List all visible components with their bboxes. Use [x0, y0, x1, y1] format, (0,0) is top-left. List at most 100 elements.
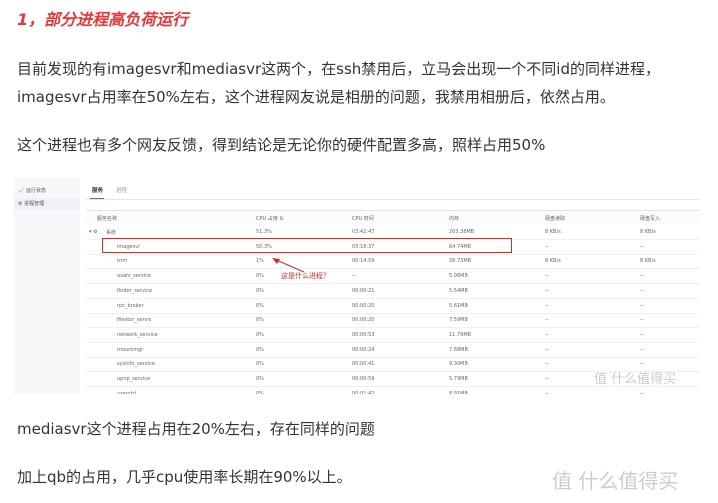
header-memory[interactable]: 内存	[449, 215, 459, 222]
cell-name: finder_service	[117, 287, 153, 294]
table-row[interactable]: mountmgr 0% 00:00:24 7.68MB -- --	[86, 342, 700, 358]
cell-disk-read: --	[545, 302, 549, 309]
cell-cpu-time: 00:00:53	[352, 331, 375, 338]
cell-disk-read: --	[545, 287, 549, 294]
cell-cpu-time: 00:00:21	[352, 287, 375, 294]
cell-disk-write: --	[640, 302, 644, 309]
cell-cpu-time: 00:00:41	[352, 361, 375, 368]
header-disk-write[interactable]: 硬盘写入	[640, 215, 660, 222]
watermark: 值 什么值得买	[594, 372, 677, 387]
cell-memory: 7.68MB	[449, 346, 468, 353]
cell-disk-write: --	[640, 331, 644, 338]
cell-disk-write: 8 KB/s	[640, 229, 656, 235]
cell-disk-write: --	[640, 243, 644, 250]
cell-memory: 26.73MB	[449, 258, 472, 265]
cell-memory: 5.06MB	[449, 273, 468, 280]
cell-memory: 203.38MB	[449, 229, 475, 235]
cell-cpu: 0%	[256, 273, 264, 280]
header-cpu-time[interactable]: CPU 时间	[352, 215, 374, 222]
cell-cpu-time: 00:00:20	[352, 302, 375, 309]
cell-cpu-time: 00:00:59	[352, 376, 375, 382]
table-row[interactable]: trim 1% 00:14:59 26.73MB 8 KB/s 8 KB/s	[86, 253, 700, 270]
cell-memory: 7.59MB	[449, 317, 468, 324]
highlight-box	[102, 238, 512, 253]
cell-name: 系统	[106, 230, 117, 236]
table-row[interactable]: network_service 0% 00:00:53 11.79MB -- --	[86, 327, 700, 343]
cell-name: trim	[117, 258, 128, 265]
table-header: 服务名称 CPU 占用 ⇅ CPU 时间 内存 硬盘读取 硬盘写入	[86, 210, 700, 224]
cell-disk-write: --	[640, 273, 644, 280]
cell-memory: 5.54MB	[449, 287, 468, 294]
cell-disk-read: 8 KB/s	[545, 229, 561, 235]
cell-disk-read: --	[545, 317, 549, 324]
cell-cpu-time: 03:42:47	[352, 229, 375, 235]
cell-disk-read: --	[545, 376, 549, 382]
cell-name: userctrl	[117, 390, 136, 394]
embedded-screenshot: 📈 运行状态 ⚙ 进程管理 服务 进程 服务名称 CPU 占用 ⇅ CPU 时间…	[14, 178, 700, 394]
cell-disk-write: --	[640, 390, 644, 394]
cell-cpu-time: 00:00:20	[352, 317, 375, 324]
header-cpu[interactable]: CPU 占用 ⇅	[256, 215, 284, 222]
cell-cpu: 0%	[256, 317, 264, 324]
cell-disk-write: 8 KB/s	[640, 258, 656, 265]
cell-cpu-time: 00:00:24	[352, 346, 375, 353]
cell-name: upnp_service	[117, 376, 151, 382]
sidebar-label: 进程管理	[24, 201, 45, 207]
cell-cpu-time: 00:01:42	[352, 390, 375, 394]
cell-cpu: 0%	[256, 331, 264, 338]
cell-memory: 5.61MB	[449, 302, 468, 309]
cell-cpu: 0%	[256, 361, 264, 368]
paragraph: mediasvr这个进程占用在20%左右，存在同样的问题	[17, 420, 375, 438]
sidebar: 📈 运行状态 ⚙ 进程管理	[14, 178, 80, 394]
cell-disk-write: --	[640, 361, 644, 368]
cell-disk-read: --	[545, 346, 549, 353]
paragraph: 目前发现的有imagesvr和mediasvr这两个，在ssh禁用后，立马会出现…	[17, 60, 660, 78]
section-heading: 1，部分进程高负荷运行	[17, 10, 189, 29]
cell-name: filestor_servic	[117, 317, 152, 324]
cell-cpu: 0%	[256, 376, 264, 382]
annotation: 这是什么进程？	[281, 272, 330, 280]
cell-cpu: 0%	[256, 390, 264, 394]
cell-disk-write: --	[640, 346, 644, 353]
sidebar-label: 运行状态	[25, 188, 46, 194]
expand-chevron-icon[interactable]: ▾ ⚙	[89, 229, 98, 235]
cell-memory: 5.79MB	[449, 376, 468, 382]
paragraph: imagesvr占用率在50%左右，这个进程网友说是相册的问题，我禁用相册后，依…	[17, 88, 615, 106]
cell-cpu-time: 00:14:59	[352, 258, 375, 265]
cell-memory: 9.30MB	[449, 361, 468, 368]
cell-memory: 11.79MB	[449, 331, 472, 338]
cell-name: mountmgr	[117, 346, 144, 353]
cell-disk-read: --	[545, 361, 549, 368]
cell-disk-read: --	[545, 331, 549, 338]
cell-cpu: 0%	[256, 346, 264, 353]
cell-cpu: 0%	[256, 287, 264, 294]
cell-cpu: 0%	[256, 302, 264, 309]
paragraph: 加上qb的占用，几乎cpu使用率长期在90%以上。	[17, 468, 352, 486]
cell-cpu: 51.3%	[256, 229, 272, 235]
cell-disk-read: --	[545, 243, 549, 250]
watermark: 值 什么值得买	[552, 469, 679, 493]
paragraph: 这个进程也有多个网友反馈，得到结论是无论你的硬件配置多高，照样占用50%	[17, 136, 546, 154]
cell-name: rpc_broker	[117, 302, 144, 309]
cell-disk-write: --	[640, 317, 644, 324]
header-name[interactable]: 服务名称	[97, 215, 117, 222]
table-row[interactable]: finder_service 0% 00:00:21 5.54MB -- --	[86, 283, 700, 299]
sidebar-item-status[interactable]: 📈 运行状态	[18, 187, 46, 194]
tab-processes[interactable]: 进程	[116, 186, 127, 194]
cell-disk-write: --	[640, 287, 644, 294]
cell-disk-read: --	[545, 390, 549, 394]
cell-name: sysinfo_service	[117, 361, 155, 368]
cell-cpu: 1%	[256, 258, 264, 265]
cell-name: network_service	[117, 331, 158, 338]
table-row[interactable]: rpc_broker 0% 00:00:20 5.61MB -- --	[86, 298, 700, 314]
table-row[interactable]: filestor_servic 0% 00:00:20 7.59MB -- --	[86, 312, 700, 329]
divider	[86, 199, 700, 200]
header-disk-read[interactable]: 硬盘读取	[545, 215, 565, 222]
cell-memory: 8.91MB	[449, 390, 468, 394]
cell-cpu-time: --	[352, 273, 356, 280]
sidebar-item-process[interactable]: ⚙ 进程管理	[14, 198, 80, 210]
cell-disk-read: --	[545, 273, 549, 280]
table-row[interactable]: avahi_service 0% -- 5.06MB -- --	[86, 268, 700, 285]
tab-services[interactable]: 服务	[92, 186, 103, 194]
cell-name: avahi_service	[117, 273, 152, 280]
